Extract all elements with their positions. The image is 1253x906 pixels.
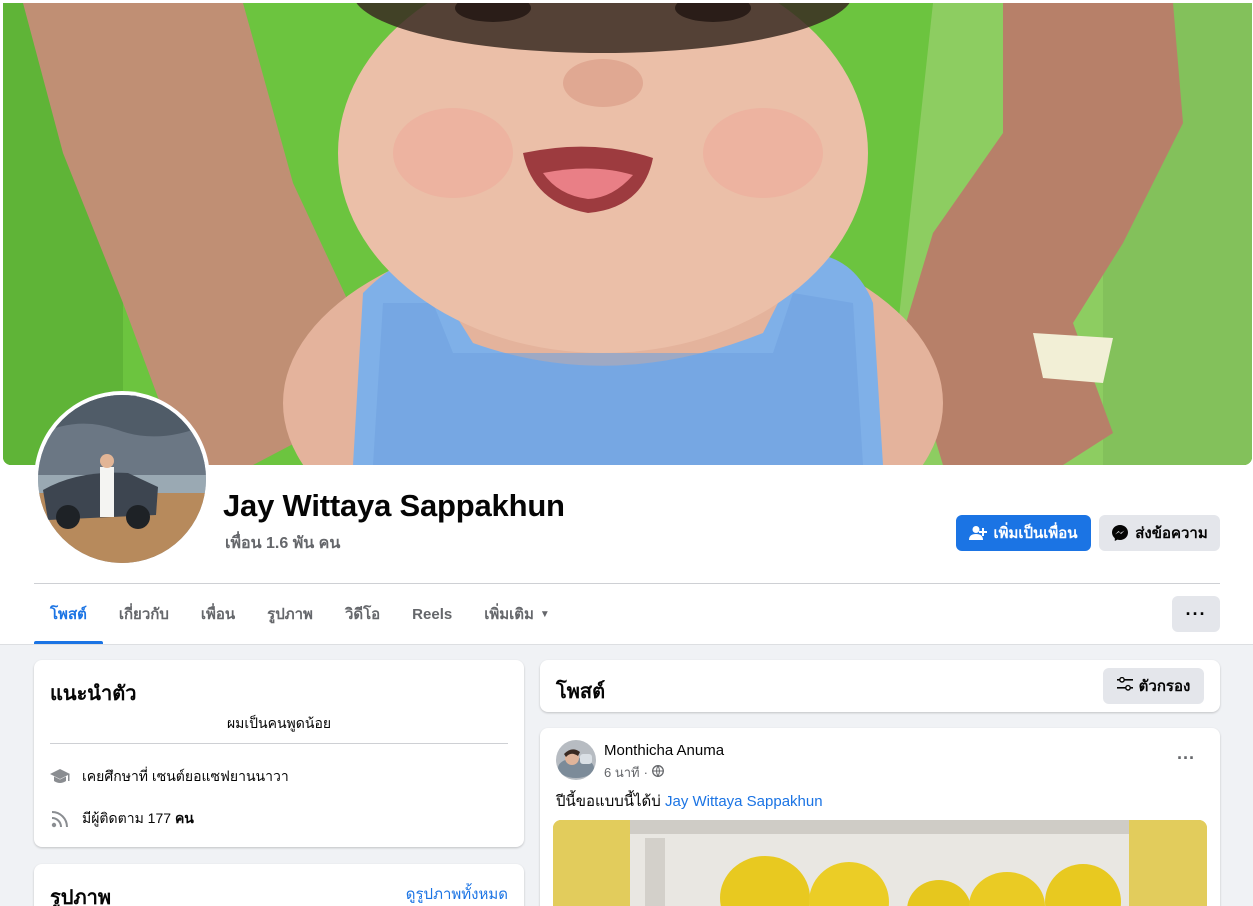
add-friend-button[interactable]: เพิ่มเป็นเพื่อน	[956, 515, 1091, 551]
sliders-icon	[1116, 676, 1133, 695]
photos-card: รูปภาพ ดูรูปภาพทั้งหมด	[34, 864, 524, 906]
filter-label: ตัวกรอง	[1138, 678, 1191, 695]
profile-more-button[interactable]: ···	[1172, 596, 1220, 632]
profile-avatar[interactable]	[34, 391, 210, 567]
tab-photos[interactable]: รูปภาพ	[251, 584, 329, 644]
posts-header-card: โพสต์ ตัวกรอง	[540, 660, 1220, 712]
intro-bio: ผมเป็นคนพูดน้อย	[226, 715, 332, 731]
tab-reels-label: Reels	[412, 605, 453, 623]
profile-tabs: โพสต์ เกี่ยวกับ เพื่อน รูปภาพ วิดีโอ Ree…	[34, 584, 566, 644]
posts-title: โพสต์	[556, 681, 606, 703]
globe-icon	[652, 765, 664, 780]
filter-button[interactable]: ตัวกรอง	[1103, 668, 1204, 704]
followers-suffix: คน	[174, 810, 194, 826]
friends-count[interactable]: เพื่อน 1.6 พัน คน	[225, 531, 340, 556]
followers-text[interactable]: มีผู้ติดตาม 177 คน	[82, 808, 194, 830]
tab-friends-label: เพื่อน	[200, 606, 236, 623]
followers-prefix: มีผู้ติดตาม 177	[82, 810, 172, 826]
photos-title: รูปภาพ	[50, 887, 112, 906]
ellipsis-icon: ···	[1177, 747, 1195, 768]
graduation-cap-icon	[50, 767, 70, 787]
education-text: เคยศึกษาที่ เซนต์ยอแซฟยานนาวา	[82, 768, 289, 784]
post-author-avatar[interactable]	[556, 740, 596, 780]
post-time[interactable]: 6 นาที	[604, 762, 640, 783]
tab-reels[interactable]: Reels	[396, 584, 468, 644]
tab-videos-label: วิดีโอ	[344, 606, 381, 623]
tab-friends[interactable]: เพื่อน	[185, 584, 251, 644]
post-photo[interactable]	[553, 820, 1207, 906]
tab-posts-label: โพสต์	[50, 606, 87, 623]
post-text: ปีนี้ขอแบบนี้ได้บ่ Jay Wittaya Sappakhun	[556, 789, 823, 813]
rss-icon	[50, 809, 70, 829]
ellipsis-icon: ···	[1185, 603, 1207, 624]
tab-posts[interactable]: โพสต์	[34, 584, 103, 644]
messenger-icon	[1111, 524, 1129, 542]
intro-title: แนะนำตัว	[50, 683, 137, 705]
followers-row: มีผู้ติดตาม 177 คน	[50, 808, 194, 830]
profile-name: Jay Wittaya Sappakhun	[223, 488, 565, 523]
tab-about[interactable]: เกี่ยวกับ	[103, 584, 185, 644]
tab-more[interactable]: เพิ่มเติม ▼	[468, 584, 566, 644]
tab-videos[interactable]: วิดีโอ	[329, 584, 396, 644]
post-options-button[interactable]: ···	[1168, 746, 1204, 770]
see-all-photos-link[interactable]: ดูรูปภาพทั้งหมด	[406, 882, 508, 906]
send-message-label: ส่งข้อความ	[1135, 525, 1208, 542]
post-mention-link[interactable]: Jay Wittaya Sappakhun	[665, 793, 823, 810]
post-card: Monthicha Anuma 6 นาที · ··· ปีนี้ขอแบบน…	[540, 728, 1220, 906]
post-meta: 6 นาที ·	[604, 762, 664, 783]
intro-divider	[50, 743, 508, 744]
caret-down-icon: ▼	[539, 608, 550, 620]
meta-separator: ·	[643, 765, 648, 780]
education-row: เคยศึกษาที่ เซนต์ยอแซฟยานนาวา	[50, 766, 289, 788]
tab-more-label: เพิ่มเติม	[484, 606, 534, 623]
user-plus-icon	[969, 525, 988, 541]
cover-photo[interactable]	[3, 3, 1252, 465]
post-author-name[interactable]: Monthicha Anuma	[604, 742, 724, 759]
add-friend-label: เพิ่มเป็นเพื่อน	[993, 525, 1078, 542]
tab-about-label: เกี่ยวกับ	[118, 606, 169, 623]
post-body: ปีนี้ขอแบบนี้ได้บ่	[556, 793, 661, 810]
intro-card: แนะนำตัว ผมเป็นคนพูดน้อย เคยศึกษาที่ เซน…	[34, 660, 524, 847]
tab-photos-label: รูปภาพ	[267, 606, 313, 623]
send-message-button[interactable]: ส่งข้อความ	[1099, 515, 1220, 551]
